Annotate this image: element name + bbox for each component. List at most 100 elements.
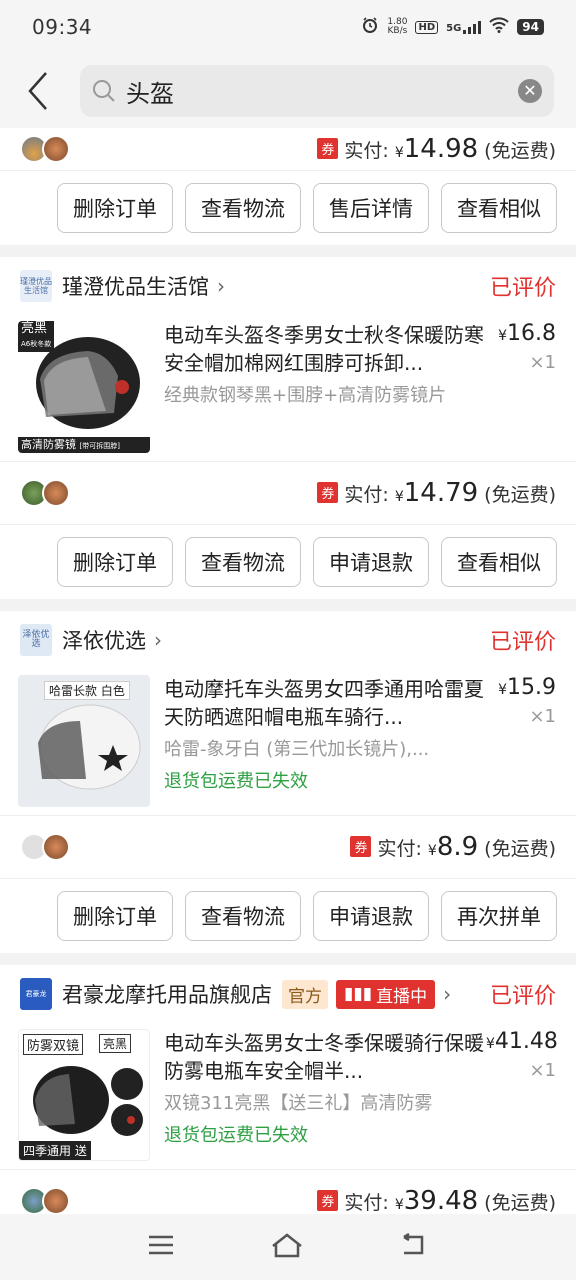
view-similar-button[interactable]: 查看相似 — [441, 183, 557, 233]
signal-icon: 5G — [446, 20, 482, 34]
clear-icon[interactable]: ✕ — [518, 79, 542, 103]
avatar-group — [20, 135, 70, 163]
view-logistics-button[interactable]: 查看物流 — [185, 891, 301, 941]
pay-info: 券 实付: ¥8.9 (免运费) — [350, 832, 556, 862]
pay-label: 实付: — [344, 1192, 389, 1214]
back-nav-icon[interactable] — [400, 1232, 428, 1261]
product-info: 电动车头盔男女士冬季保暖骑行保暖防雾电瓶车安全帽半... 双镜311亮黑【送三礼… — [164, 1029, 486, 1159]
thumb-tag-2: 亮黑 — [99, 1034, 132, 1053]
order-status: 已评价 — [489, 276, 556, 301]
return-shipping-note: 退货包运费已失效 — [164, 771, 308, 792]
price-col: ¥15.9 ×1 — [486, 675, 556, 805]
order-status: 已评价 — [489, 630, 556, 655]
order-actions: 删除订单 查看物流 申请退款 再次拼单 — [0, 879, 576, 953]
delete-order-button[interactable]: 删除订单 — [57, 183, 173, 233]
reorder-button[interactable]: 再次拼单 — [441, 891, 557, 941]
thumb-tag: 亮黑 A6秋冬款 — [18, 321, 55, 352]
menu-icon[interactable] — [148, 1234, 174, 1260]
shop-name[interactable]: 君豪龙摩托用品旗舰店 — [62, 979, 272, 1009]
product-price: ¥15.9 — [498, 675, 556, 700]
pay-label: 实付: — [344, 484, 389, 506]
product-image: 哈雷长款 白色 — [18, 675, 150, 807]
shop-logo: 泽依优选 — [20, 624, 52, 656]
net-speed-unit: KB/s — [387, 26, 408, 36]
product-sku: 双镜311亮黑【送三礼】高清防雾 — [164, 1093, 433, 1114]
shop-row[interactable]: 泽依优选 泽依优选 › 已评价 — [0, 611, 576, 669]
search-header: 头盔 ✕ — [0, 54, 576, 128]
back-button[interactable] — [18, 71, 58, 111]
avatar — [42, 833, 70, 861]
search-icon — [93, 80, 115, 102]
chevron-right-icon: › — [154, 628, 162, 652]
product-price: ¥16.8 — [498, 321, 556, 346]
product-item[interactable]: 亮黑 A6秋冬款 高清防雾镜 [带可拆围脖] 电动车头盔冬季男女士秋冬保暖防寒安全… — [0, 315, 576, 461]
pay-label: 实付: — [377, 838, 422, 860]
chevron-right-icon: › — [443, 982, 452, 1006]
system-nav-bar — [0, 1214, 576, 1280]
pay-info: 券 实付: ¥14.79 (免运费) — [317, 478, 556, 508]
product-qty: ×1 — [529, 706, 556, 727]
shipping-note: (免运费) — [484, 484, 556, 506]
shop-logo: 君豪龙 — [20, 978, 52, 1010]
product-sku: 经典款钢琴黑+围脖+高清防雾镜片 — [164, 385, 447, 406]
view-logistics-button[interactable]: 查看物流 — [185, 183, 301, 233]
product-title: 电动摩托车头盔男女四季通用哈雷夏天防晒遮阳帽电瓶车骑行... — [164, 677, 484, 729]
product-info: 电动摩托车头盔男女四季通用哈雷夏天防晒遮阳帽电瓶车骑行... 哈雷-象牙白 (第… — [164, 675, 486, 805]
order-actions: 删除订单 查看物流 申请退款 查看相似 — [0, 525, 576, 599]
order-card: 泽依优选 泽依优选 › 已评价 哈雷长款 白色 电动摩托车头盔男女四季通用哈雷夏… — [0, 611, 576, 953]
delete-order-button[interactable]: 删除订单 — [57, 537, 173, 587]
order-actions: 删除订单 查看物流 售后详情 查看相似 — [0, 171, 576, 245]
pay-amount: 14.79 — [403, 478, 479, 508]
chevron-left-icon — [28, 72, 47, 110]
thumb-tag: 哈雷长款 白色 — [44, 681, 130, 700]
home-icon[interactable] — [271, 1232, 303, 1262]
view-similar-button[interactable]: 查看相似 — [441, 537, 557, 587]
pay-row: 券 实付: ¥39.48 (免运费) — [0, 1170, 576, 1214]
after-sales-button[interactable]: 售后详情 — [313, 183, 429, 233]
shop-row[interactable]: 瑾澄优品生活馆 瑾澄优品生活馆 › 已评价 — [0, 257, 576, 315]
avatar-group — [20, 479, 70, 507]
avatar — [42, 135, 70, 163]
thumb-tag: 防雾双镜 — [23, 1034, 84, 1055]
status-time: 09:34 — [32, 15, 93, 39]
product-qty: ×1 — [529, 352, 556, 373]
pay-amount: 8.9 — [436, 832, 479, 862]
pay-row: 券 实付: ¥14.79 (免运费) — [0, 462, 576, 524]
live-badge[interactable]: ▮▮▮ 直播中 — [336, 979, 436, 1009]
shipping-note: (免运费) — [484, 838, 556, 860]
product-qty: ×1 — [529, 1060, 556, 1081]
alarm-icon — [361, 16, 379, 38]
order-list: 券 实付: ¥14.98 (免运费) 删除订单 查看物流 售后详情 查看相似 瑾… — [0, 128, 576, 1214]
shop-row[interactable]: 君豪龙 君豪龙摩托用品旗舰店 官方 ▮▮▮ 直播中 › 已评价 — [0, 965, 576, 1023]
currency: ¥ — [394, 145, 404, 161]
shop-name[interactable]: 泽依优选 — [62, 625, 146, 655]
shipping-note: (免运费) — [484, 1192, 556, 1214]
official-badge: 官方 — [282, 979, 328, 1009]
request-refund-button[interactable]: 申请退款 — [313, 537, 429, 587]
avatar — [42, 479, 70, 507]
product-item[interactable]: 防雾双镜 亮黑 四季通用 送 电动车头盔男女士冬季保暖骑行保暖防雾电瓶车安全帽半… — [0, 1023, 576, 1169]
avatar-group — [20, 1187, 70, 1214]
shop-name[interactable]: 瑾澄优品生活馆 — [62, 271, 209, 301]
avatar — [42, 1187, 70, 1214]
product-info: 电动车头盔冬季男女士秋冬保暖防寒安全帽加棉网红围脖可拆卸... 经典款钢琴黑+围… — [164, 321, 486, 451]
return-shipping-note: 退货包运费已失效 — [164, 1125, 308, 1146]
pay-amount: 39.48 — [403, 1186, 479, 1214]
request-refund-button[interactable]: 申请退款 — [313, 891, 429, 941]
pay-amount: 14.98 — [403, 134, 479, 164]
search-box[interactable]: 头盔 ✕ — [80, 65, 554, 117]
price-col: ¥16.8 ×1 — [486, 321, 556, 451]
product-price: ¥41.48 — [486, 1029, 558, 1054]
chevron-right-icon: › — [217, 274, 225, 298]
pay-row: 券 实付: ¥14.98 (免运费) — [0, 128, 576, 170]
thumb-tag-bottom: 四季通用 送 — [19, 1141, 91, 1160]
shop-logo: 瑾澄优品生活馆 — [20, 270, 52, 302]
wifi-icon — [489, 17, 509, 37]
delete-order-button[interactable]: 删除订单 — [57, 891, 173, 941]
view-logistics-button[interactable]: 查看物流 — [185, 537, 301, 587]
product-item[interactable]: 哈雷长款 白色 电动摩托车头盔男女四季通用哈雷夏天防晒遮阳帽电瓶车骑行... 哈… — [0, 669, 576, 815]
product-image: 亮黑 A6秋冬款 高清防雾镜 [带可拆围脖] — [18, 321, 150, 453]
search-input[interactable]: 头盔 — [126, 74, 518, 109]
battery-indicator: 94 — [517, 19, 544, 35]
net-speed: 1.80 KB/s — [387, 18, 407, 36]
